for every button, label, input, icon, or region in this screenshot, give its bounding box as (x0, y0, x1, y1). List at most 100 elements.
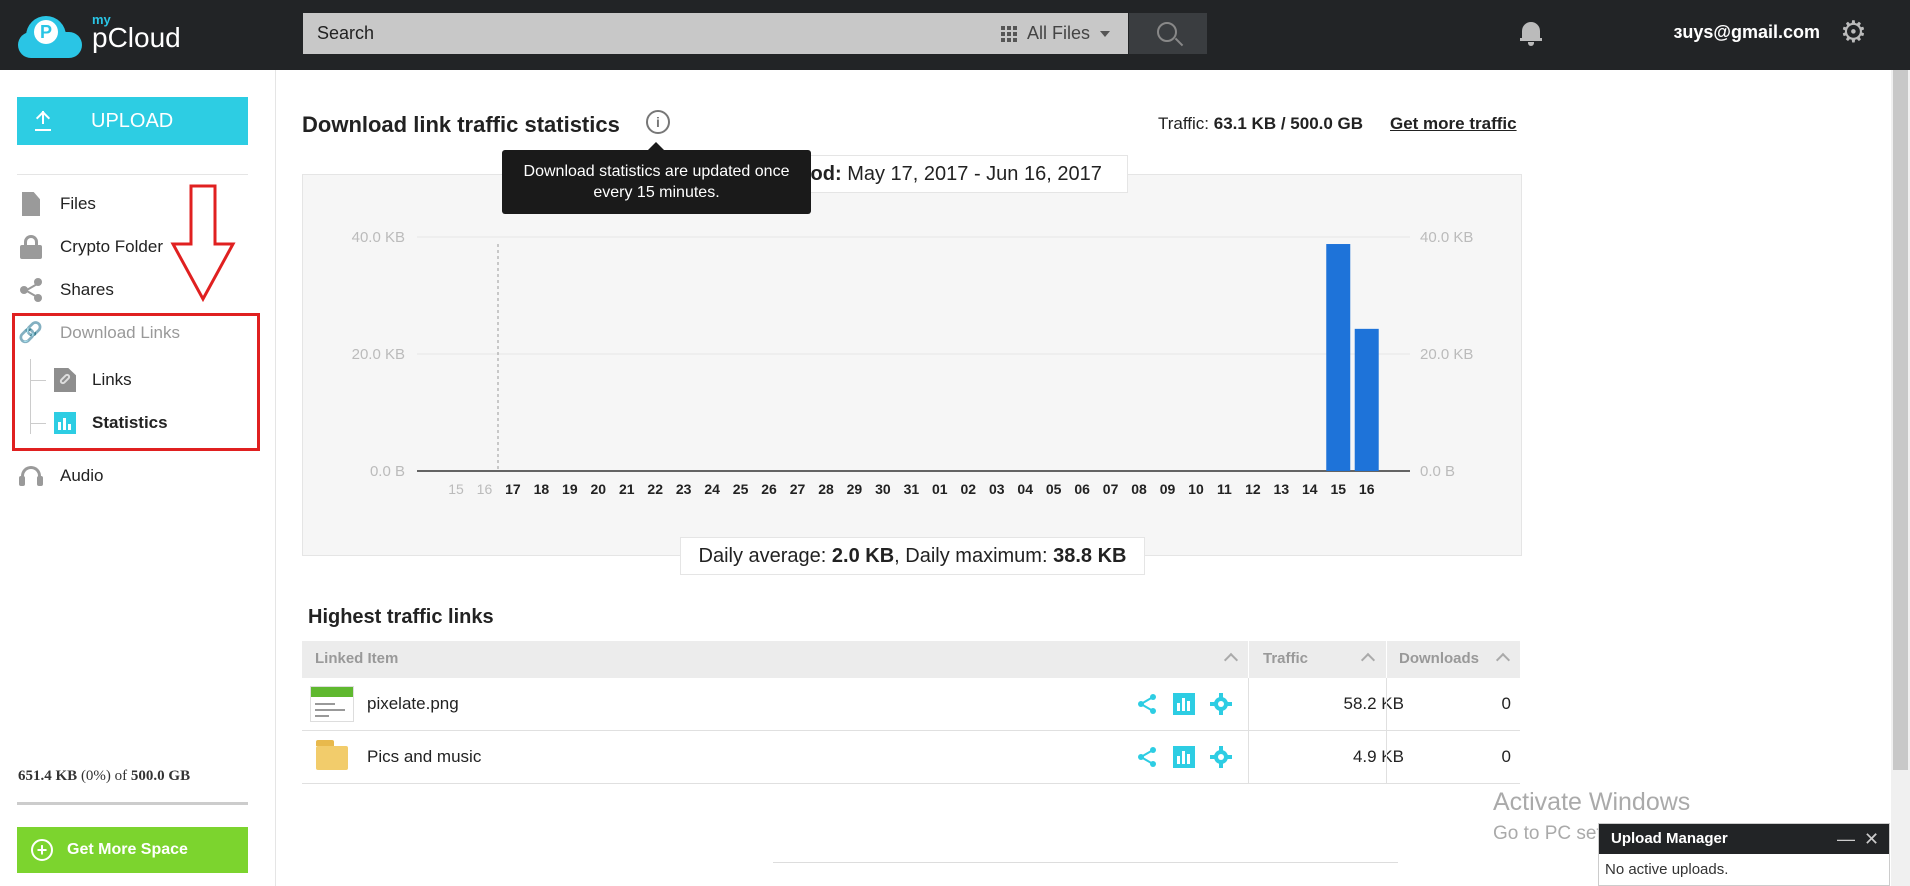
item-name[interactable]: pixelate.png (367, 694, 459, 714)
item-downloads: 0 (1501, 747, 1511, 766)
pcloud-logo[interactable]: P my pCloud (18, 12, 188, 58)
storage-info: 651.4 KB (0%) of 500.0 GB (18, 768, 190, 785)
file-icon (18, 192, 44, 216)
x-tick-label: 15 (1330, 481, 1346, 497)
sidebar: UPLOAD Files Crypto Folder Shares 🔗 Down… (0, 70, 276, 886)
storage-bar (17, 802, 248, 805)
y-tick-label-right: 40.0 KB (1420, 229, 1473, 246)
upload-icon (35, 110, 51, 131)
x-tick-label: 11 (1217, 481, 1232, 497)
x-tick-label: 12 (1245, 481, 1261, 497)
x-tick-label: 29 (847, 481, 863, 497)
share-icon[interactable] (1136, 693, 1158, 715)
divider (773, 862, 1398, 863)
sort-icon[interactable] (1495, 652, 1511, 668)
x-tick-label: 04 (1017, 481, 1033, 497)
search-button[interactable] (1129, 13, 1207, 54)
y-tick-label-left: 40.0 KB (352, 229, 405, 246)
col-linked-item[interactable]: Linked Item (315, 650, 398, 667)
x-tick-label: 05 (1046, 481, 1062, 497)
table-row[interactable]: pixelate.png 58.2 KB 0 (302, 678, 1520, 731)
sidebar-item-audio[interactable]: Audio (18, 462, 103, 490)
y-tick-label-right: 0.0 B (1420, 463, 1455, 480)
activate-windows-title: Activate Windows (1493, 788, 1691, 816)
sidebar-item-label: Shares (60, 280, 114, 299)
chevron-down-icon (1100, 30, 1110, 37)
top-bar: P my pCloud Search All Files ɜuys@gmail.… (0, 0, 1910, 70)
table-row[interactable]: Pics and music 4.9 KB 0 (302, 731, 1520, 784)
sort-icon[interactable] (1360, 652, 1376, 668)
headphones-icon (18, 464, 44, 488)
x-tick-label: 21 (619, 481, 635, 497)
search-filter-dropdown[interactable]: All Files (1000, 23, 1110, 44)
share-icon[interactable] (1136, 746, 1158, 768)
traffic-chart: 0.0 B 0.0 B 20.0 KB 20.0 KB 40.0 KB 40.0 KB 15… (352, 229, 1474, 497)
gear-icon[interactable]: ⚙ (1840, 18, 1867, 48)
daily-maximum-value: 38.8 KB (1053, 545, 1127, 567)
item-downloads: 0 (1501, 694, 1511, 713)
storage-total: 500.0 GB (130, 768, 191, 784)
sort-icon[interactable] (1223, 652, 1239, 668)
info-icon[interactable]: i (646, 110, 670, 134)
traffic-label: Traffic: (1158, 114, 1210, 133)
x-tick-label: 03 (989, 481, 1005, 497)
y-tick-label-left: 0.0 B (370, 463, 405, 480)
traffic-value: 63.1 KB / 500.0 GB (1213, 114, 1364, 133)
x-tick-label: 15 (448, 481, 464, 497)
upload-button[interactable]: UPLOAD (17, 97, 248, 145)
item-traffic: 58.2 KB (1343, 694, 1405, 713)
x-tick-label: 19 (562, 481, 578, 497)
item-name[interactable]: Pics and music (367, 747, 481, 767)
plus-icon: + (31, 839, 53, 861)
daily-stats: Daily average: 2.0 KB, Daily maximum: 38… (680, 537, 1145, 575)
search-placeholder: Search (317, 23, 375, 43)
folder-icon (316, 740, 348, 770)
gear-icon[interactable] (1210, 693, 1232, 715)
gear-icon[interactable] (1210, 746, 1232, 768)
x-tick-label: 16 (1359, 481, 1375, 497)
get-more-space-button[interactable]: + Get More Space (17, 827, 248, 873)
scrollbar-thumb[interactable] (1893, 70, 1908, 770)
bell-icon[interactable] (1520, 20, 1542, 46)
daily-average-value: 2.0 KB (831, 545, 895, 567)
x-tick-label: 18 (534, 481, 550, 497)
x-tick-label: 08 (1131, 481, 1147, 497)
grid-icon (1000, 25, 1017, 42)
col-traffic[interactable]: Traffic (1263, 650, 1308, 667)
minimize-icon[interactable]: — (1837, 824, 1855, 854)
logo-name-text: pCloud (92, 22, 181, 53)
x-tick-label: 20 (591, 481, 607, 497)
sidebar-item-shares[interactable]: Shares (18, 276, 114, 304)
y-tick-label-right: 20.0 KB (1420, 346, 1473, 363)
x-tick-label: 13 (1274, 481, 1290, 497)
bar-chart-icon[interactable] (1173, 693, 1195, 715)
x-tick-label: 09 (1160, 481, 1176, 497)
sidebar-item-files[interactable]: Files (18, 190, 96, 218)
search-input[interactable]: Search All Files (303, 13, 1128, 54)
tooltip-arrow (648, 142, 664, 150)
col-downloads[interactable]: Downloads (1399, 650, 1479, 667)
sidebar-item-label: Crypto Folder (60, 237, 163, 256)
x-tick-label: 27 (790, 481, 806, 497)
x-tick-label: 31 (904, 481, 920, 497)
chart-bar (1354, 328, 1379, 471)
x-tick-label: 16 (477, 481, 493, 497)
upload-manager-body: No active uploads. (1605, 861, 1729, 878)
lock-icon (18, 235, 44, 259)
bar-chart-icon[interactable] (1173, 746, 1195, 768)
get-more-traffic-link[interactable]: Get more traffic (1390, 114, 1517, 134)
x-tick-label: 10 (1188, 481, 1204, 497)
storage-percent: (0%) of (80, 768, 128, 784)
highlight-box (12, 313, 260, 451)
x-tick-label: 17 (505, 481, 521, 497)
upload-manager-panel[interactable]: Upload Manager — ✕ No active uploads. (1598, 823, 1890, 886)
user-email[interactable]: ɜuys@gmail.com (1673, 22, 1820, 43)
logo-p-icon: P (34, 20, 58, 44)
sidebar-item-label: Files (60, 194, 96, 213)
x-tick-label: 14 (1302, 481, 1318, 497)
close-icon[interactable]: ✕ (1864, 824, 1879, 854)
page-title: Download link traffic statistics (302, 112, 620, 137)
period-value: May 17, 2017 - Jun 16, 2017 (847, 163, 1102, 185)
sidebar-item-crypto-folder[interactable]: Crypto Folder (18, 233, 163, 261)
period-display[interactable]: iod: May 17, 2017 - Jun 16, 2017 (760, 155, 1128, 193)
